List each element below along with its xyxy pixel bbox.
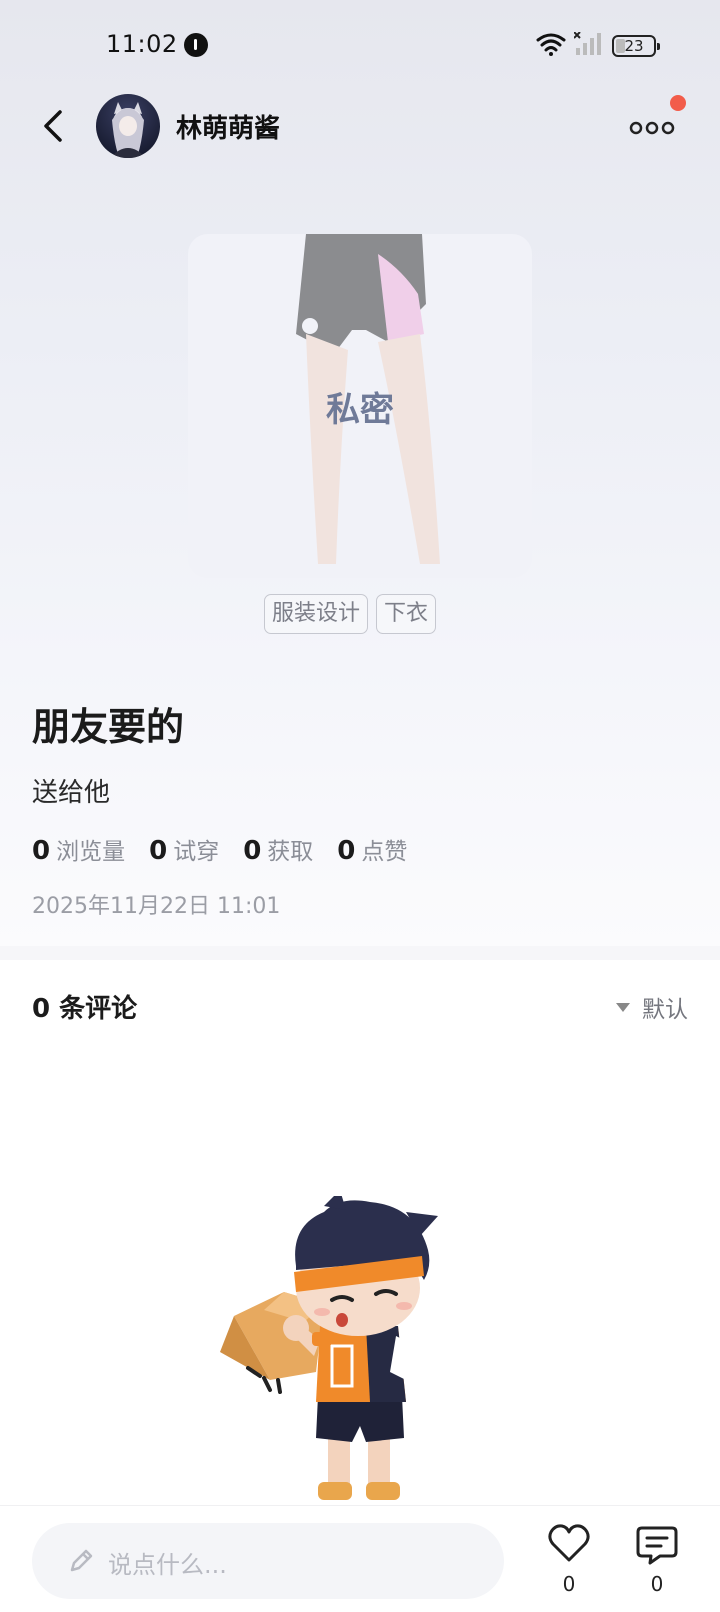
stat-number: 0 — [243, 836, 262, 866]
sort-label: 默认 — [642, 997, 688, 1023]
signal-icon — [574, 32, 601, 55]
username[interactable]: 林萌萌酱 — [176, 108, 280, 145]
status-time: 11:02 — [106, 30, 178, 58]
post-date: 2025年11月22日 11:01 — [32, 894, 281, 919]
like-button[interactable]: 0 — [544, 1520, 594, 1600]
comment-button[interactable]: 0 — [632, 1520, 682, 1600]
tag-chip[interactable]: 下衣 — [376, 594, 437, 634]
comment-input[interactable]: 说点什么... — [32, 1523, 504, 1599]
comments-count-title: 0 条评论 — [32, 994, 138, 1024]
profile-header: 林萌萌酱 — [0, 90, 720, 162]
stat-tryons: 0 试穿 — [149, 832, 219, 866]
battery-level: 23 — [624, 37, 644, 55]
tag-list: 服装设计 下衣 — [264, 594, 437, 634]
stat-acquired: 0 获取 — [243, 832, 313, 866]
back-button[interactable] — [36, 104, 76, 148]
stat-views: 0 浏览量 — [32, 832, 125, 866]
stat-label: 点赞 — [361, 839, 408, 865]
like-count: 0 — [562, 1572, 576, 1596]
bottom-action-bar: 说点什么... 0 0 — [0, 1505, 720, 1612]
wifi-icon — [536, 33, 566, 56]
design-preview-card[interactable]: 私密 — [188, 234, 532, 578]
pencil-icon — [70, 1549, 93, 1572]
notification-badge — [670, 95, 686, 111]
section-divider — [0, 946, 720, 960]
heart-icon — [548, 1524, 590, 1562]
more-options-button[interactable] — [628, 112, 676, 142]
stat-number: 0 — [337, 836, 356, 866]
private-label: 私密 — [326, 390, 394, 430]
tag-chip[interactable]: 服装设计 — [264, 594, 369, 634]
caret-down-icon — [616, 1002, 630, 1012]
post-title: 朋友要的 — [32, 705, 185, 749]
post-stats: 0 浏览量 0 试穿 0 获取 0 点赞 — [32, 832, 431, 866]
comment-input-placeholder: 说点什么... — [108, 1551, 227, 1579]
stat-label: 浏览量 — [56, 839, 126, 865]
empty-comments-illustration — [220, 1196, 438, 1500]
comment-bubble-icon — [636, 1526, 678, 1565]
avatar[interactable] — [96, 94, 160, 158]
stat-label: 试穿 — [173, 839, 220, 865]
stat-likes: 0 点赞 — [337, 832, 407, 866]
notification-icon — [184, 33, 208, 57]
stat-label: 获取 — [267, 839, 314, 865]
stat-number: 0 — [149, 836, 168, 866]
sort-dropdown[interactable]: 默认 — [616, 990, 688, 1024]
battery-icon: 23 — [612, 35, 660, 57]
stat-number: 0 — [32, 836, 51, 866]
status-bar: 11:02 23 — [0, 0, 720, 90]
comment-count: 0 — [650, 1572, 664, 1596]
post-description: 送给他 — [32, 778, 111, 808]
